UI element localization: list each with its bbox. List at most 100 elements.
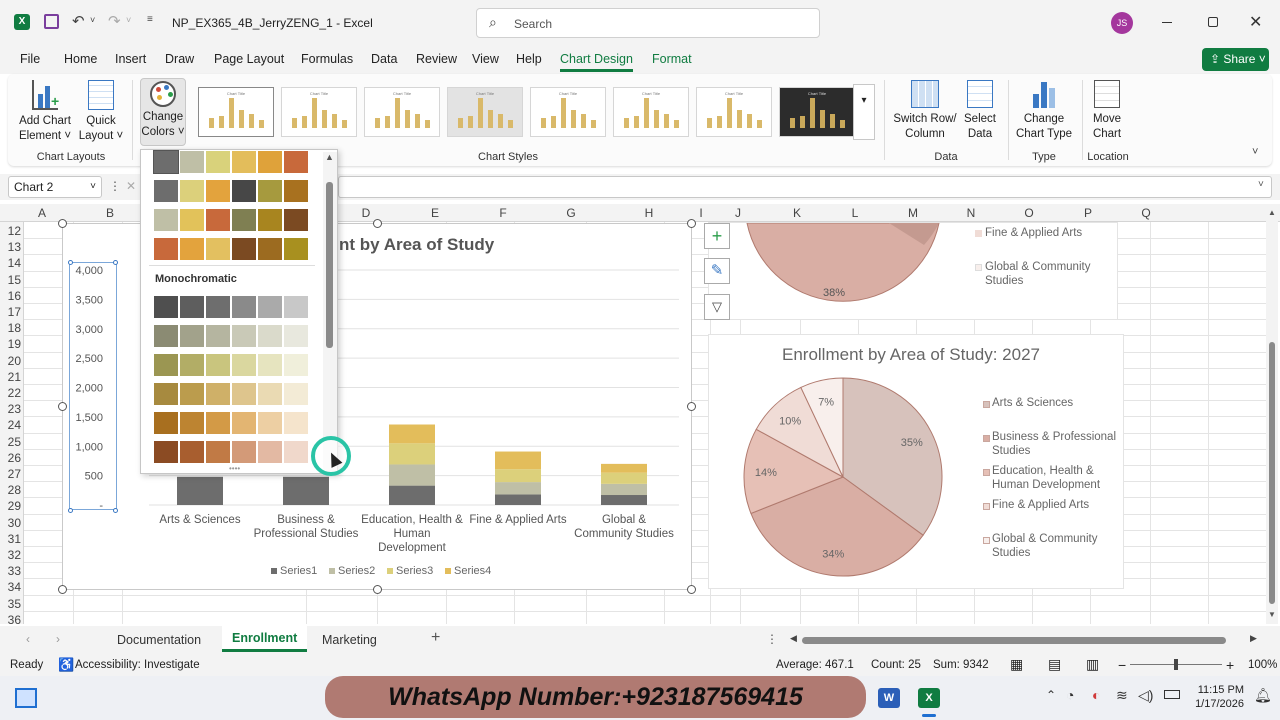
column-header-m[interactable]: M [905,206,921,220]
color-swatch[interactable] [154,383,178,405]
color-swatch[interactable] [206,209,230,231]
chart-resize-handle[interactable] [58,585,67,594]
palette-scrollbar[interactable]: ▲ [323,152,337,472]
color-swatch[interactable] [154,441,178,463]
chart-style-thumbnail[interactable]: Chart Title [364,87,440,137]
color-swatch[interactable] [232,441,256,463]
color-swatch[interactable] [284,325,308,347]
prev-sheet-icon[interactable]: ‹ [26,632,30,646]
color-swatch[interactable] [258,180,282,202]
column-header-p[interactable]: P [1080,206,1096,220]
bar-segment[interactable] [389,485,435,505]
tab-draw[interactable]: Draw [165,52,194,66]
column-header-f[interactable]: F [495,206,511,220]
column-header-a[interactable]: A [34,206,50,220]
zoom-in-icon[interactable]: + [1226,657,1234,673]
color-swatch[interactable] [232,383,256,405]
row-header-18[interactable]: 18 [0,321,21,335]
customize-toolbar-icon[interactable]: ≡ [147,14,153,25]
status-sum[interactable]: Sum: 9342 [933,659,989,671]
color-swatch[interactable] [180,151,204,173]
bar-segment[interactable] [601,472,647,484]
bar-segment[interactable] [389,424,435,444]
color-swatch[interactable] [154,209,178,231]
change-chart-type-button[interactable]: Change Chart Type [1012,80,1076,142]
chart-resize-handle[interactable] [373,585,382,594]
color-swatch[interactable] [232,151,256,173]
row-header-23[interactable]: 23 [0,402,21,416]
color-swatch[interactable] [284,441,308,463]
color-swatch[interactable] [232,180,256,202]
color-swatch[interactable] [258,441,282,463]
scroll-thumb[interactable] [326,182,333,348]
chart-style-thumbnail[interactable]: Chart Title [613,87,689,137]
chart-elements-button[interactable]: + [704,223,730,249]
color-swatch[interactable] [206,296,230,318]
color-swatch[interactable] [258,151,282,173]
color-swatch[interactable] [180,238,204,260]
color-swatch[interactable] [154,325,178,347]
show-hidden-icons[interactable]: ⌃ [1046,688,1056,702]
color-swatch[interactable] [154,412,178,434]
color-swatch[interactable] [180,383,204,405]
word-app-icon[interactable]: W [878,688,900,708]
color-swatch[interactable] [232,412,256,434]
alert-tray-icon[interactable]: ◐ [1092,687,1100,703]
color-swatch[interactable] [258,325,282,347]
color-swatch[interactable] [206,383,230,405]
color-swatch[interactable] [284,151,308,173]
battery-icon[interactable] [1164,690,1180,699]
column-header-k[interactable]: K [789,206,805,220]
tab-data[interactable]: Data [371,52,397,66]
color-swatch[interactable] [284,296,308,318]
color-swatch[interactable] [232,325,256,347]
tab-view[interactable]: View [472,52,499,66]
color-swatch[interactable] [232,209,256,231]
row-header-24[interactable]: 24 [0,418,21,432]
column-header-e[interactable]: E [427,206,443,220]
row-header-22[interactable]: 22 [0,386,21,400]
row-header-21[interactable]: 21 [0,370,21,384]
scroll-up-icon[interactable]: ▲ [325,152,334,162]
bar-segment[interactable] [495,482,541,495]
select-data-button[interactable]: Select Data [962,80,998,142]
scroll-right-icon[interactable]: ▶ [1250,633,1257,644]
color-swatch[interactable] [180,354,204,376]
color-swatch[interactable] [154,354,178,376]
vertical-scroll-thumb[interactable] [1269,342,1275,604]
add-chart-element-button[interactable]: + Add Chart Element ˅ [16,80,74,144]
pie-chart-partial[interactable]: 38% Fine & Applied Arts Global & Communi… [708,222,1118,320]
row-header-29[interactable]: 29 [0,499,21,513]
row-header-27[interactable]: 27 [0,467,21,481]
chart-style-thumbnail[interactable]: Chart Title [779,87,855,137]
tab-help[interactable]: Help [516,52,542,66]
tab-chart-design[interactable]: Chart Design [560,52,633,72]
row-header-26[interactable]: 26 [0,451,21,465]
color-swatch[interactable] [206,325,230,347]
row-header-33[interactable]: 33 [0,564,21,578]
tab-home[interactable]: Home [64,52,97,66]
row-header-31[interactable]: 31 [0,532,21,546]
notification-bell-icon[interactable]: 🔔︎ [1254,687,1272,704]
horizontal-scroll-thumb[interactable] [802,637,1226,644]
bar-segment[interactable] [495,494,541,505]
bar-segment[interactable] [601,483,647,496]
color-swatch[interactable] [154,238,178,260]
bar-segment[interactable] [601,463,647,473]
page-layout-view-icon[interactable]: ▤ [1048,656,1061,673]
close-icon[interactable]: ✕ [1249,12,1262,32]
volume-icon[interactable]: ◁) [1138,687,1153,704]
pie-chart-2027[interactable]: Enrollment by Area of Study: 2027 35% 34%… [708,334,1124,589]
bar-segment[interactable] [283,476,329,505]
row-header-28[interactable]: 28 [0,483,21,497]
color-swatch[interactable] [258,296,282,318]
resize-grip-icon[interactable]: •••• [229,464,240,473]
change-colors-button[interactable]: Change Colors ˅ [140,78,186,146]
column-header-n[interactable]: N [963,206,979,220]
name-box[interactable]: Chart 2 ˅ [8,176,102,198]
row-header-12[interactable]: 12 [0,224,21,238]
column-header-q[interactable]: Q [1138,206,1154,220]
row-header-30[interactable]: 30 [0,516,21,530]
share-button[interactable]: ⇪ Share ˅ [1202,48,1269,71]
color-swatch[interactable] [232,238,256,260]
